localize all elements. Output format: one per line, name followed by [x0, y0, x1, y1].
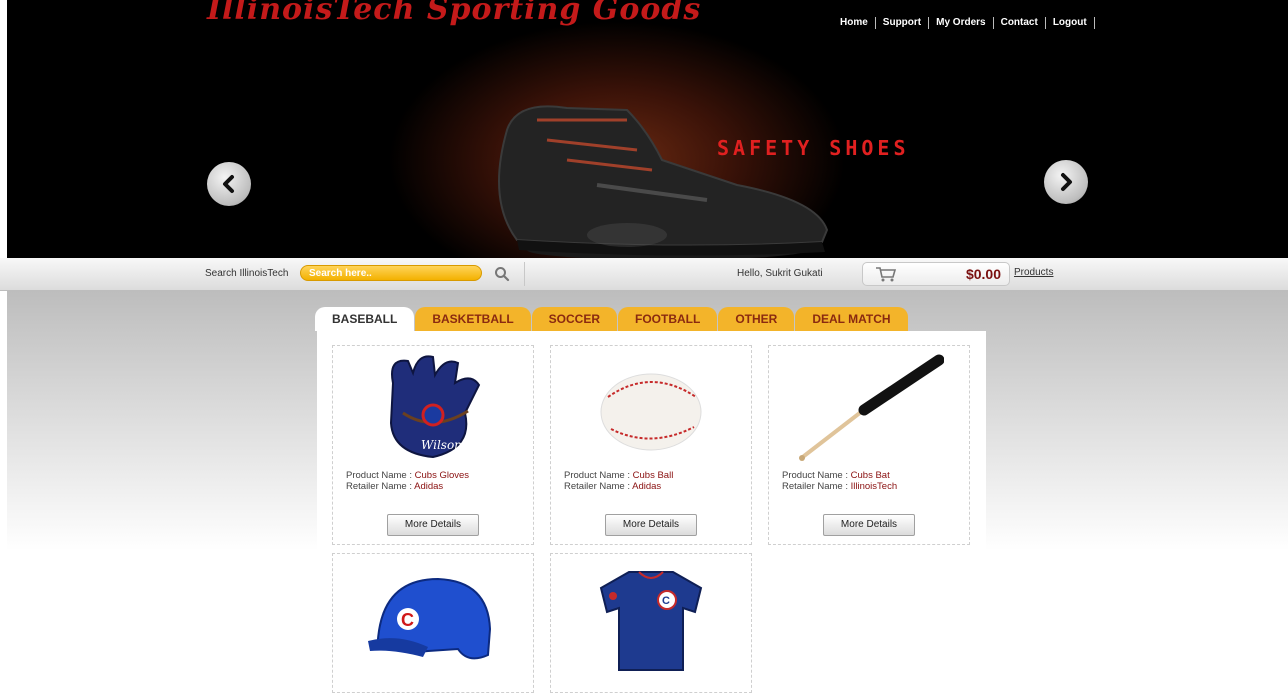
tab-deal-match[interactable]: DEAL MATCH: [795, 307, 908, 331]
product-card: Product Name : Cubs Bat Retailer Name : …: [768, 345, 970, 545]
product-name-label: Product Name :: [346, 470, 415, 481]
site-logo[interactable]: IllinoisTech Sporting Goods: [207, 0, 701, 27]
product-card: C: [332, 553, 534, 693]
cart-icon: [876, 267, 897, 282]
chevron-right-icon: [1061, 173, 1072, 191]
baseball-bat-icon: [799, 354, 944, 461]
product-meta: Product Name : Cubs Gloves Retailer Name…: [346, 470, 469, 492]
slide-prev-button[interactable]: [207, 162, 251, 206]
product-image-bat[interactable]: [769, 352, 969, 462]
product-panel: Wilson Product Name : Cubs Gloves Retail…: [317, 331, 986, 693]
tab-baseball[interactable]: BASEBALL: [315, 307, 415, 331]
hero-banner: IllinoisTech Sporting Goods Home Support…: [7, 0, 1288, 258]
retailer-name-label: Retailer Name :: [564, 481, 633, 492]
slide-caption: SAFETY SHOES: [717, 136, 910, 160]
tab-football[interactable]: FOOTBALL: [618, 307, 718, 331]
product-meta: Product Name : Cubs Bat Retailer Name : …: [782, 470, 897, 492]
more-details-button[interactable]: More Details: [387, 514, 479, 536]
user-greeting: Hello, Sukrit Gukati: [737, 268, 823, 279]
search-bar: Search IllinoisTech Search here.. Hello,…: [0, 258, 1288, 291]
product-image-jersey[interactable]: C: [551, 564, 751, 674]
search-label: Search IllinoisTech: [205, 268, 289, 279]
svg-text:C: C: [401, 610, 414, 630]
baseball-icon: [600, 373, 702, 451]
retailer-name-label: Retailer Name :: [346, 481, 415, 492]
batting-helmet-icon: C: [368, 577, 492, 660]
product-name: Cubs Gloves: [414, 470, 470, 481]
cart-total: $0.00: [965, 266, 1001, 282]
safety-shoe-image: [498, 105, 829, 258]
product-image-helmet[interactable]: C: [333, 564, 533, 674]
product-image-gloves[interactable]: Wilson: [333, 352, 533, 462]
retailer-name-label: Retailer Name :: [782, 481, 851, 492]
jersey-icon: C: [599, 571, 703, 671]
search-input[interactable]: Search here..: [300, 265, 482, 281]
svg-text:C: C: [662, 595, 670, 607]
nav-support[interactable]: Support: [876, 17, 930, 29]
baseball-glove-icon: Wilson: [389, 355, 481, 459]
product-name-label: Product Name :: [782, 470, 851, 481]
more-details-button[interactable]: More Details: [823, 514, 915, 536]
product-image-ball[interactable]: [551, 352, 751, 462]
retailer-name: Adidas: [632, 481, 662, 492]
nav-logout[interactable]: Logout: [1046, 17, 1095, 29]
top-nav: Home Support My Orders Contact Logout: [833, 17, 1095, 29]
tab-other[interactable]: OTHER: [718, 307, 795, 331]
tab-soccer[interactable]: SOCCER: [531, 307, 618, 331]
product-name-label: Product Name :: [564, 470, 633, 481]
nav-contact[interactable]: Contact: [994, 17, 1046, 29]
category-tabs: BASEBALL BASKETBALL SOCCER FOOTBALL OTHE…: [315, 307, 909, 331]
slide-next-button[interactable]: [1044, 160, 1088, 204]
svg-text:Wilson: Wilson: [421, 438, 462, 452]
retailer-name: IllinoisTech: [850, 481, 898, 492]
tab-basketball[interactable]: BASKETBALL: [415, 307, 531, 331]
divider: [524, 262, 525, 286]
product-meta: Product Name : Cubs Ball Retailer Name :…: [564, 470, 673, 492]
more-details-button[interactable]: More Details: [605, 514, 697, 536]
cart-summary[interactable]: $0.00: [862, 262, 1010, 286]
search-icon[interactable]: [494, 266, 510, 282]
product-card: C: [550, 553, 752, 693]
nav-my-orders[interactable]: My Orders: [929, 17, 994, 29]
product-name: Cubs Bat: [850, 470, 890, 481]
product-card: Wilson Product Name : Cubs Gloves Retail…: [332, 345, 534, 545]
retailer-name: Adidas: [414, 481, 444, 492]
products-link[interactable]: Products: [1014, 267, 1053, 278]
product-card: Product Name : Cubs Ball Retailer Name :…: [550, 345, 752, 545]
product-name: Cubs Ball: [632, 470, 674, 481]
nav-home[interactable]: Home: [833, 17, 876, 29]
chevron-left-icon: [223, 175, 234, 193]
